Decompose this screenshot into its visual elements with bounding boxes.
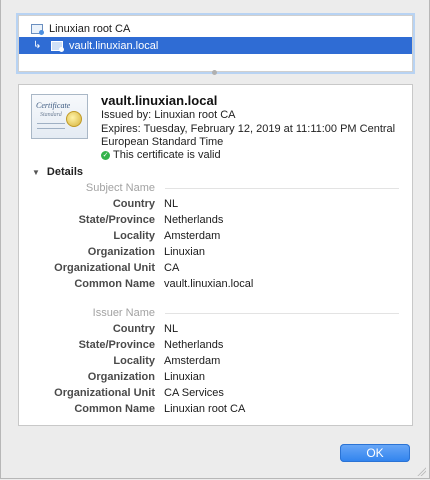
issuer-country-value: NL — [164, 323, 179, 335]
child-arrow-icon: ↳ — [33, 40, 42, 51]
issuer-locality-label: Locality — [113, 355, 155, 367]
badge-rule — [37, 123, 65, 124]
subject-locality-value: Amsterdam — [164, 230, 221, 242]
section-divider — [165, 313, 399, 314]
subject-country-label: Country — [112, 198, 155, 210]
resize-grip-icon[interactable] — [416, 466, 426, 476]
validity-status: ✓ This certificate is valid — [101, 149, 221, 161]
badge-rule — [37, 128, 65, 129]
issued-by: Issued by: Linuxian root CA — [101, 109, 236, 121]
certificate-badge-icon: Certificate Standard — [31, 94, 88, 139]
subject-organization-value: Linuxian — [164, 246, 205, 258]
expires-line-1: Expires: Tuesday, February 12, 2019 at 1… — [101, 123, 396, 135]
chain-item-label: Linuxian root CA — [49, 22, 131, 35]
expires-line-2: European Standard Time — [101, 136, 224, 148]
details-disclosure[interactable]: ▼ Details — [32, 166, 83, 178]
details-label: Details — [46, 166, 83, 178]
issuer-state-value: Netherlands — [164, 339, 224, 351]
issuer-common-name-label: Common Name — [74, 403, 155, 415]
disclosure-triangle-icon: ▼ — [32, 167, 40, 177]
badge-title: Certificate — [36, 101, 71, 110]
ok-button[interactable]: OK — [340, 444, 410, 462]
subject-state-value: Netherlands — [164, 214, 224, 226]
chain-item-root[interactable]: Linuxian root CA — [19, 20, 412, 37]
subject-country-value: NL — [164, 198, 179, 210]
checkmark-icon: ✓ — [101, 150, 110, 160]
subject-organization-label: Organization — [87, 246, 155, 258]
certificate-details-panel[interactable]: Certificate Standard vault.linuxian.loca… — [18, 84, 413, 426]
issuer-locality-value: Amsterdam — [164, 355, 221, 367]
subject-org-unit-value: CA — [164, 262, 180, 274]
certificate-icon — [51, 40, 64, 52]
issuer-organization-value: Linuxian — [164, 371, 205, 383]
subject-common-name-value: vault.linuxian.local — [164, 278, 254, 290]
issuer-state-label: State/Province — [78, 339, 155, 351]
certificate-icon — [31, 23, 44, 35]
subject-locality-label: Locality — [113, 230, 155, 242]
section-divider — [165, 188, 399, 189]
issuer-org-unit-value: CA Services — [164, 387, 224, 399]
issuer-name-heading: Issuer Name — [92, 307, 155, 319]
issuer-organization-label: Organization — [87, 371, 155, 383]
subject-name-heading: Subject Name — [85, 182, 155, 194]
issuer-common-name-value: Linuxian root CA — [164, 403, 246, 415]
validity-text: This certificate is valid — [113, 149, 221, 161]
split-view-handle[interactable] — [212, 70, 217, 75]
seal-icon — [66, 111, 82, 127]
subject-state-label: State/Province — [78, 214, 155, 226]
chain-item-label: vault.linuxian.local — [69, 39, 159, 52]
subject-org-unit-label: Organizational Unit — [54, 262, 155, 274]
chain-item-leaf-selected[interactable]: ↳ vault.linuxian.local — [19, 37, 412, 54]
badge-subtitle: Standard — [40, 112, 62, 118]
issuer-org-unit-label: Organizational Unit — [54, 387, 155, 399]
certificate-chain-list[interactable]: Linuxian root CA ↳ vault.linuxian.local — [18, 15, 413, 72]
certificate-name: vault.linuxian.local — [101, 93, 218, 108]
subject-common-name-label: Common Name — [74, 278, 155, 290]
issuer-country-label: Country — [112, 323, 155, 335]
